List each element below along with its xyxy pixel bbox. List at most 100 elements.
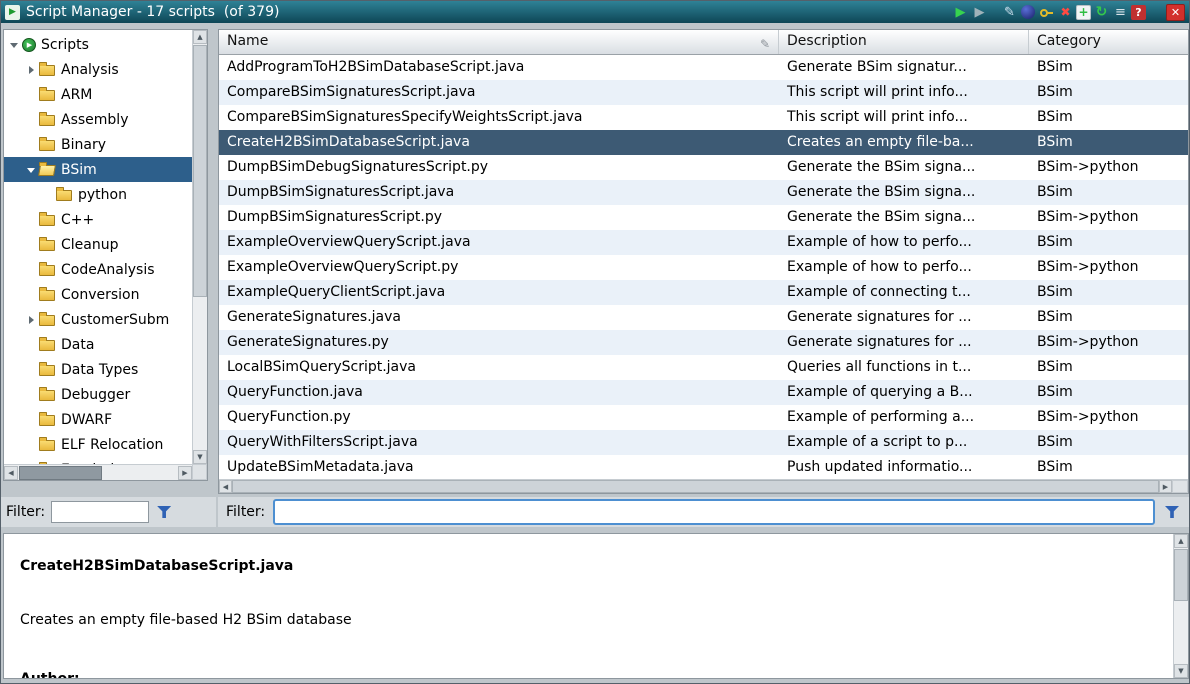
scroll-right-button[interactable]: ▶ [178, 466, 192, 480]
tree-item-bsim[interactable]: BSim [4, 157, 192, 182]
tree-item-c-[interactable]: C++ [4, 207, 192, 232]
cell-name: LocalBSimQueryScript.java [219, 355, 779, 380]
toolbar-separator [990, 12, 999, 13]
cell-name: GenerateSignatures.java [219, 305, 779, 330]
eclipse-icon[interactable] [1021, 5, 1035, 19]
tree-item-label: C++ [61, 212, 94, 228]
tree-item-customersubm[interactable]: CustomerSubm [4, 307, 192, 332]
scroll-down-button[interactable]: ▼ [1174, 664, 1188, 678]
close-icon[interactable]: ✕ [1166, 4, 1185, 21]
scroll-up-button[interactable]: ▲ [193, 30, 207, 44]
table-row[interactable]: GenerateSignatures.pyGenerate signatures… [219, 330, 1188, 355]
column-header-label: Name [227, 33, 268, 49]
table-row[interactable]: QueryWithFiltersScript.javaExample of a … [219, 430, 1188, 455]
arrow-spacer [42, 188, 56, 202]
folder-icon [39, 262, 56, 277]
table-horizontal-scrollbar[interactable]: ◀ ▶ [219, 479, 1188, 493]
table-row[interactable]: AddProgramToH2BSimDatabaseScript.javaGen… [219, 55, 1188, 80]
tree-filter-bar: Filter: [1, 497, 216, 527]
tree-item-emulation[interactable]: Emulation [4, 457, 192, 464]
expand-down-icon[interactable] [25, 163, 39, 177]
table-row[interactable]: QueryFunction.pyExample of performing a.… [219, 405, 1188, 430]
edit-script-icon[interactable]: ✎ [1001, 4, 1018, 21]
table-filter-input[interactable] [273, 499, 1155, 525]
help-icon[interactable]: ? [1131, 5, 1146, 20]
cell-category: BSim [1029, 430, 1188, 455]
details-vertical-scrollbar[interactable]: ▲ ▼ [1173, 534, 1188, 678]
tree-item-analysis[interactable]: Analysis [4, 57, 192, 82]
run-last-script-icon[interactable]: ▶ [971, 4, 988, 21]
tree-item-python[interactable]: python [4, 182, 192, 207]
expand-right-icon[interactable] [25, 63, 39, 77]
table-row[interactable]: ExampleQueryClientScript.javaExample of … [219, 280, 1188, 305]
expand-right-icon[interactable] [25, 313, 39, 327]
cell-name: CompareBSimSignaturesScript.java [219, 80, 779, 105]
run-script-icon[interactable]: ▶ [952, 4, 969, 21]
key-binding-icon[interactable] [1038, 4, 1055, 21]
details-vscroll-thumb[interactable] [1174, 549, 1188, 601]
cell-category: BSim [1029, 380, 1188, 405]
table-row[interactable]: DumpBSimDebugSignaturesScript.pyGenerate… [219, 155, 1188, 180]
tree-filter-input[interactable] [51, 501, 149, 523]
table-row[interactable]: CompareBSimSignaturesSpecifyWeightsScrip… [219, 105, 1188, 130]
tree-item-label: BSim [61, 162, 97, 178]
filter-options-icon[interactable] [1163, 503, 1181, 521]
filter-options-icon[interactable] [155, 503, 173, 521]
cell-category: BSim->python [1029, 205, 1188, 230]
tree-horizontal-scrollbar[interactable]: ◀ ▶ [4, 464, 192, 480]
tree-item-data-types[interactable]: Data Types [4, 357, 192, 382]
table-filter-label: Filter: [226, 504, 265, 520]
new-script-icon[interactable]: + [1076, 5, 1091, 20]
script-directories-icon[interactable]: ≡ [1112, 4, 1129, 21]
table-row[interactable]: QueryFunction.javaExample of querying a … [219, 380, 1188, 405]
table-row[interactable]: LocalBSimQueryScript.javaQueries all fun… [219, 355, 1188, 380]
table-row[interactable]: CreateH2BSimDatabaseScript.javaCreates a… [219, 130, 1188, 155]
scroll-left-button[interactable]: ◀ [219, 480, 232, 493]
cell-category: BSim->python [1029, 330, 1188, 355]
tree-item-label: Assembly [61, 112, 128, 128]
scroll-up-button[interactable]: ▲ [1174, 534, 1188, 548]
table-hscroll-thumb[interactable] [232, 480, 1159, 493]
table-row[interactable]: ExampleOverviewQueryScript.pyExample of … [219, 255, 1188, 280]
tree-item-assembly[interactable]: Assembly [4, 107, 192, 132]
scripts-table-panel: Name ✎ Description Category AddProgramTo… [218, 29, 1189, 494]
scroll-left-button[interactable]: ◀ [4, 466, 18, 480]
table-row[interactable]: GenerateSignatures.javaGenerate signatur… [219, 305, 1188, 330]
script-author-heading-clipped: Author: [20, 671, 80, 679]
tree-hscroll-thumb[interactable] [19, 466, 102, 480]
script-name-heading: CreateH2BSimDatabaseScript.java [20, 558, 293, 574]
tree-vertical-scrollbar[interactable]: ▲ ▼ [192, 30, 207, 464]
scroll-right-button[interactable]: ▶ [1159, 480, 1172, 493]
tree-item-conversion[interactable]: Conversion [4, 282, 192, 307]
column-header-category[interactable]: Category [1029, 30, 1188, 54]
table-row[interactable]: UpdateBSimMetadata.javaPush updated info… [219, 455, 1188, 480]
table-row[interactable]: CompareBSimSignaturesScript.javaThis scr… [219, 80, 1188, 105]
tree-item-scripts[interactable]: Scripts [4, 32, 192, 57]
cell-category: BSim->python [1029, 405, 1188, 430]
arrow-spacer [25, 263, 39, 277]
tree-item-dwarf[interactable]: DWARF [4, 407, 192, 432]
refresh-icon[interactable]: ↻ [1093, 4, 1110, 21]
tree-item-cleanup[interactable]: Cleanup [4, 232, 192, 257]
column-header-description[interactable]: Description [779, 30, 1029, 54]
expand-down-icon[interactable] [8, 38, 22, 52]
script-manager-icon: ▶ [5, 5, 20, 20]
table-row[interactable]: DumpBSimSignaturesScript.javaGenerate th… [219, 180, 1188, 205]
cell-description: Generate signatures for ... [779, 305, 1029, 330]
tree-item-binary[interactable]: Binary [4, 132, 192, 157]
table-row[interactable]: ExampleOverviewQueryScript.javaExample o… [219, 230, 1188, 255]
tree-item-elf-relocation[interactable]: ELF Relocation [4, 432, 192, 457]
tree-item-data[interactable]: Data [4, 332, 192, 357]
tree-item-label: Conversion [61, 287, 140, 303]
tree-item-debugger[interactable]: Debugger [4, 382, 192, 407]
scroll-down-button[interactable]: ▼ [193, 450, 207, 464]
tree-item-arm[interactable]: ARM [4, 82, 192, 107]
titlebar: ▶ Script Manager - 17 scripts (of 379) ▶… [1, 1, 1189, 23]
tree-vscroll-thumb[interactable] [193, 45, 207, 297]
column-header-name[interactable]: Name ✎ [219, 30, 779, 54]
table-row[interactable]: DumpBSimSignaturesScript.pyGenerate the … [219, 205, 1188, 230]
cell-description: Queries all functions in t... [779, 355, 1029, 380]
cell-name: CreateH2BSimDatabaseScript.java [219, 130, 779, 155]
tree-item-codeanalysis[interactable]: CodeAnalysis [4, 257, 192, 282]
delete-script-icon[interactable]: ✖ [1057, 4, 1074, 21]
